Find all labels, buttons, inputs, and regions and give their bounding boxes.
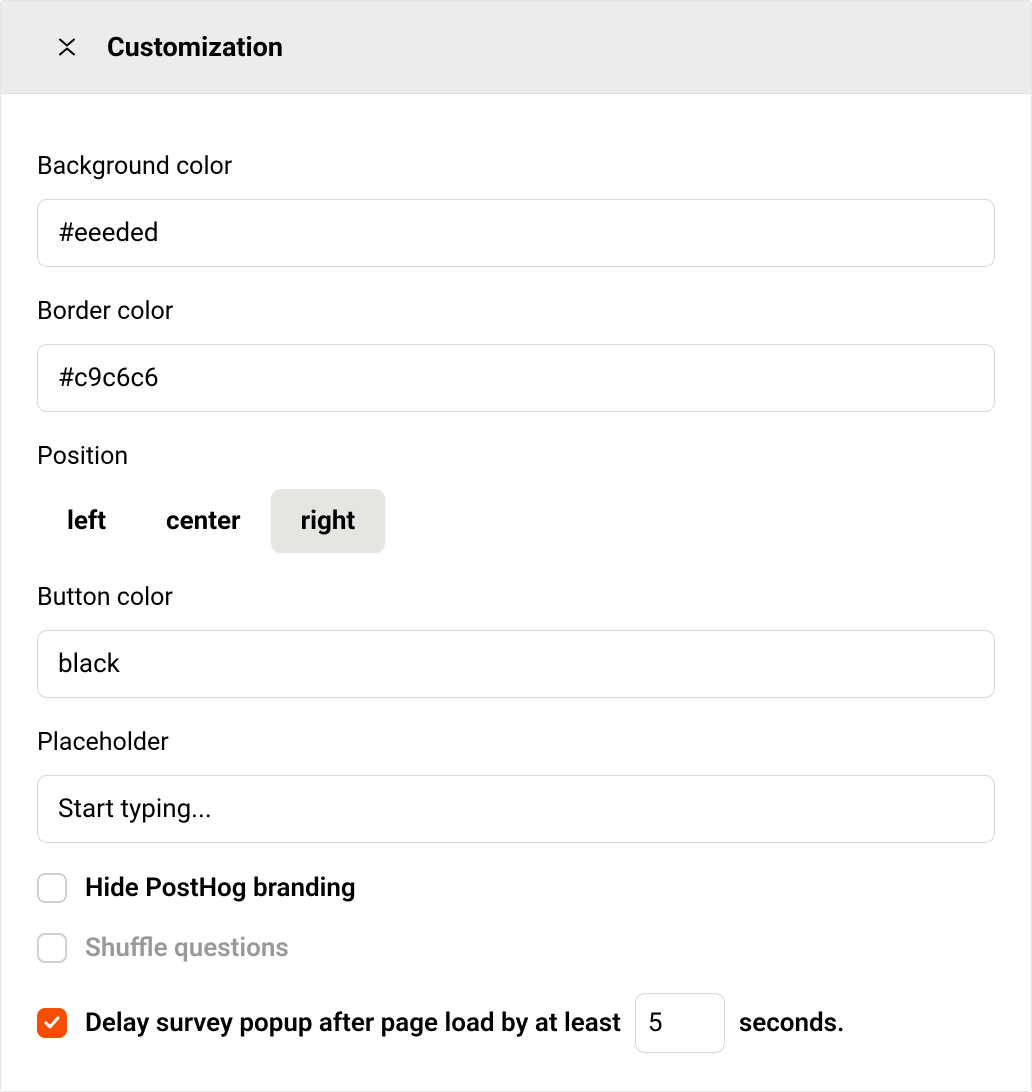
delay-popup-inline: Delay survey popup after page load by at… bbox=[85, 993, 844, 1053]
customization-panel: Customization Background color Border co… bbox=[0, 0, 1032, 1092]
button-color-label: Button color bbox=[37, 583, 995, 612]
button-color-input[interactable] bbox=[37, 630, 995, 698]
collapse-icon bbox=[55, 35, 79, 59]
button-color-field: Button color bbox=[37, 583, 995, 698]
delay-popup-seconds-input[interactable] bbox=[635, 993, 725, 1053]
border-color-label: Border color bbox=[37, 297, 995, 326]
delay-popup-row: Delay survey popup after page load by at… bbox=[37, 993, 995, 1053]
placeholder-label: Placeholder bbox=[37, 728, 995, 757]
panel-body: Background color Border color Position l… bbox=[1, 94, 1031, 1091]
hide-branding-checkbox[interactable] bbox=[37, 873, 67, 903]
shuffle-questions-checkbox[interactable] bbox=[37, 933, 67, 963]
panel-header[interactable]: Customization bbox=[1, 1, 1031, 94]
panel-title: Customization bbox=[107, 31, 283, 63]
placeholder-input[interactable] bbox=[37, 775, 995, 843]
hide-branding-row: Hide PostHog branding bbox=[37, 873, 995, 903]
position-center-button[interactable]: center bbox=[136, 489, 271, 553]
shuffle-questions-row: Shuffle questions bbox=[37, 933, 995, 963]
position-field: Position left center right bbox=[37, 442, 995, 553]
position-right-button[interactable]: right bbox=[271, 489, 386, 553]
position-button-group: left center right bbox=[37, 489, 995, 553]
hide-branding-label: Hide PostHog branding bbox=[85, 873, 356, 903]
position-label: Position bbox=[37, 442, 995, 471]
border-color-field: Border color bbox=[37, 297, 995, 412]
border-color-input[interactable] bbox=[37, 344, 995, 412]
delay-popup-label-suffix: seconds. bbox=[739, 1008, 845, 1038]
delay-popup-label-prefix: Delay survey popup after page load by at… bbox=[85, 1008, 621, 1038]
background-color-field: Background color bbox=[37, 152, 995, 267]
shuffle-questions-label: Shuffle questions bbox=[85, 933, 289, 963]
background-color-input[interactable] bbox=[37, 199, 995, 267]
position-left-button[interactable]: left bbox=[37, 489, 136, 553]
background-color-label: Background color bbox=[37, 152, 995, 181]
delay-popup-checkbox[interactable] bbox=[37, 1008, 67, 1038]
placeholder-field: Placeholder bbox=[37, 728, 995, 843]
